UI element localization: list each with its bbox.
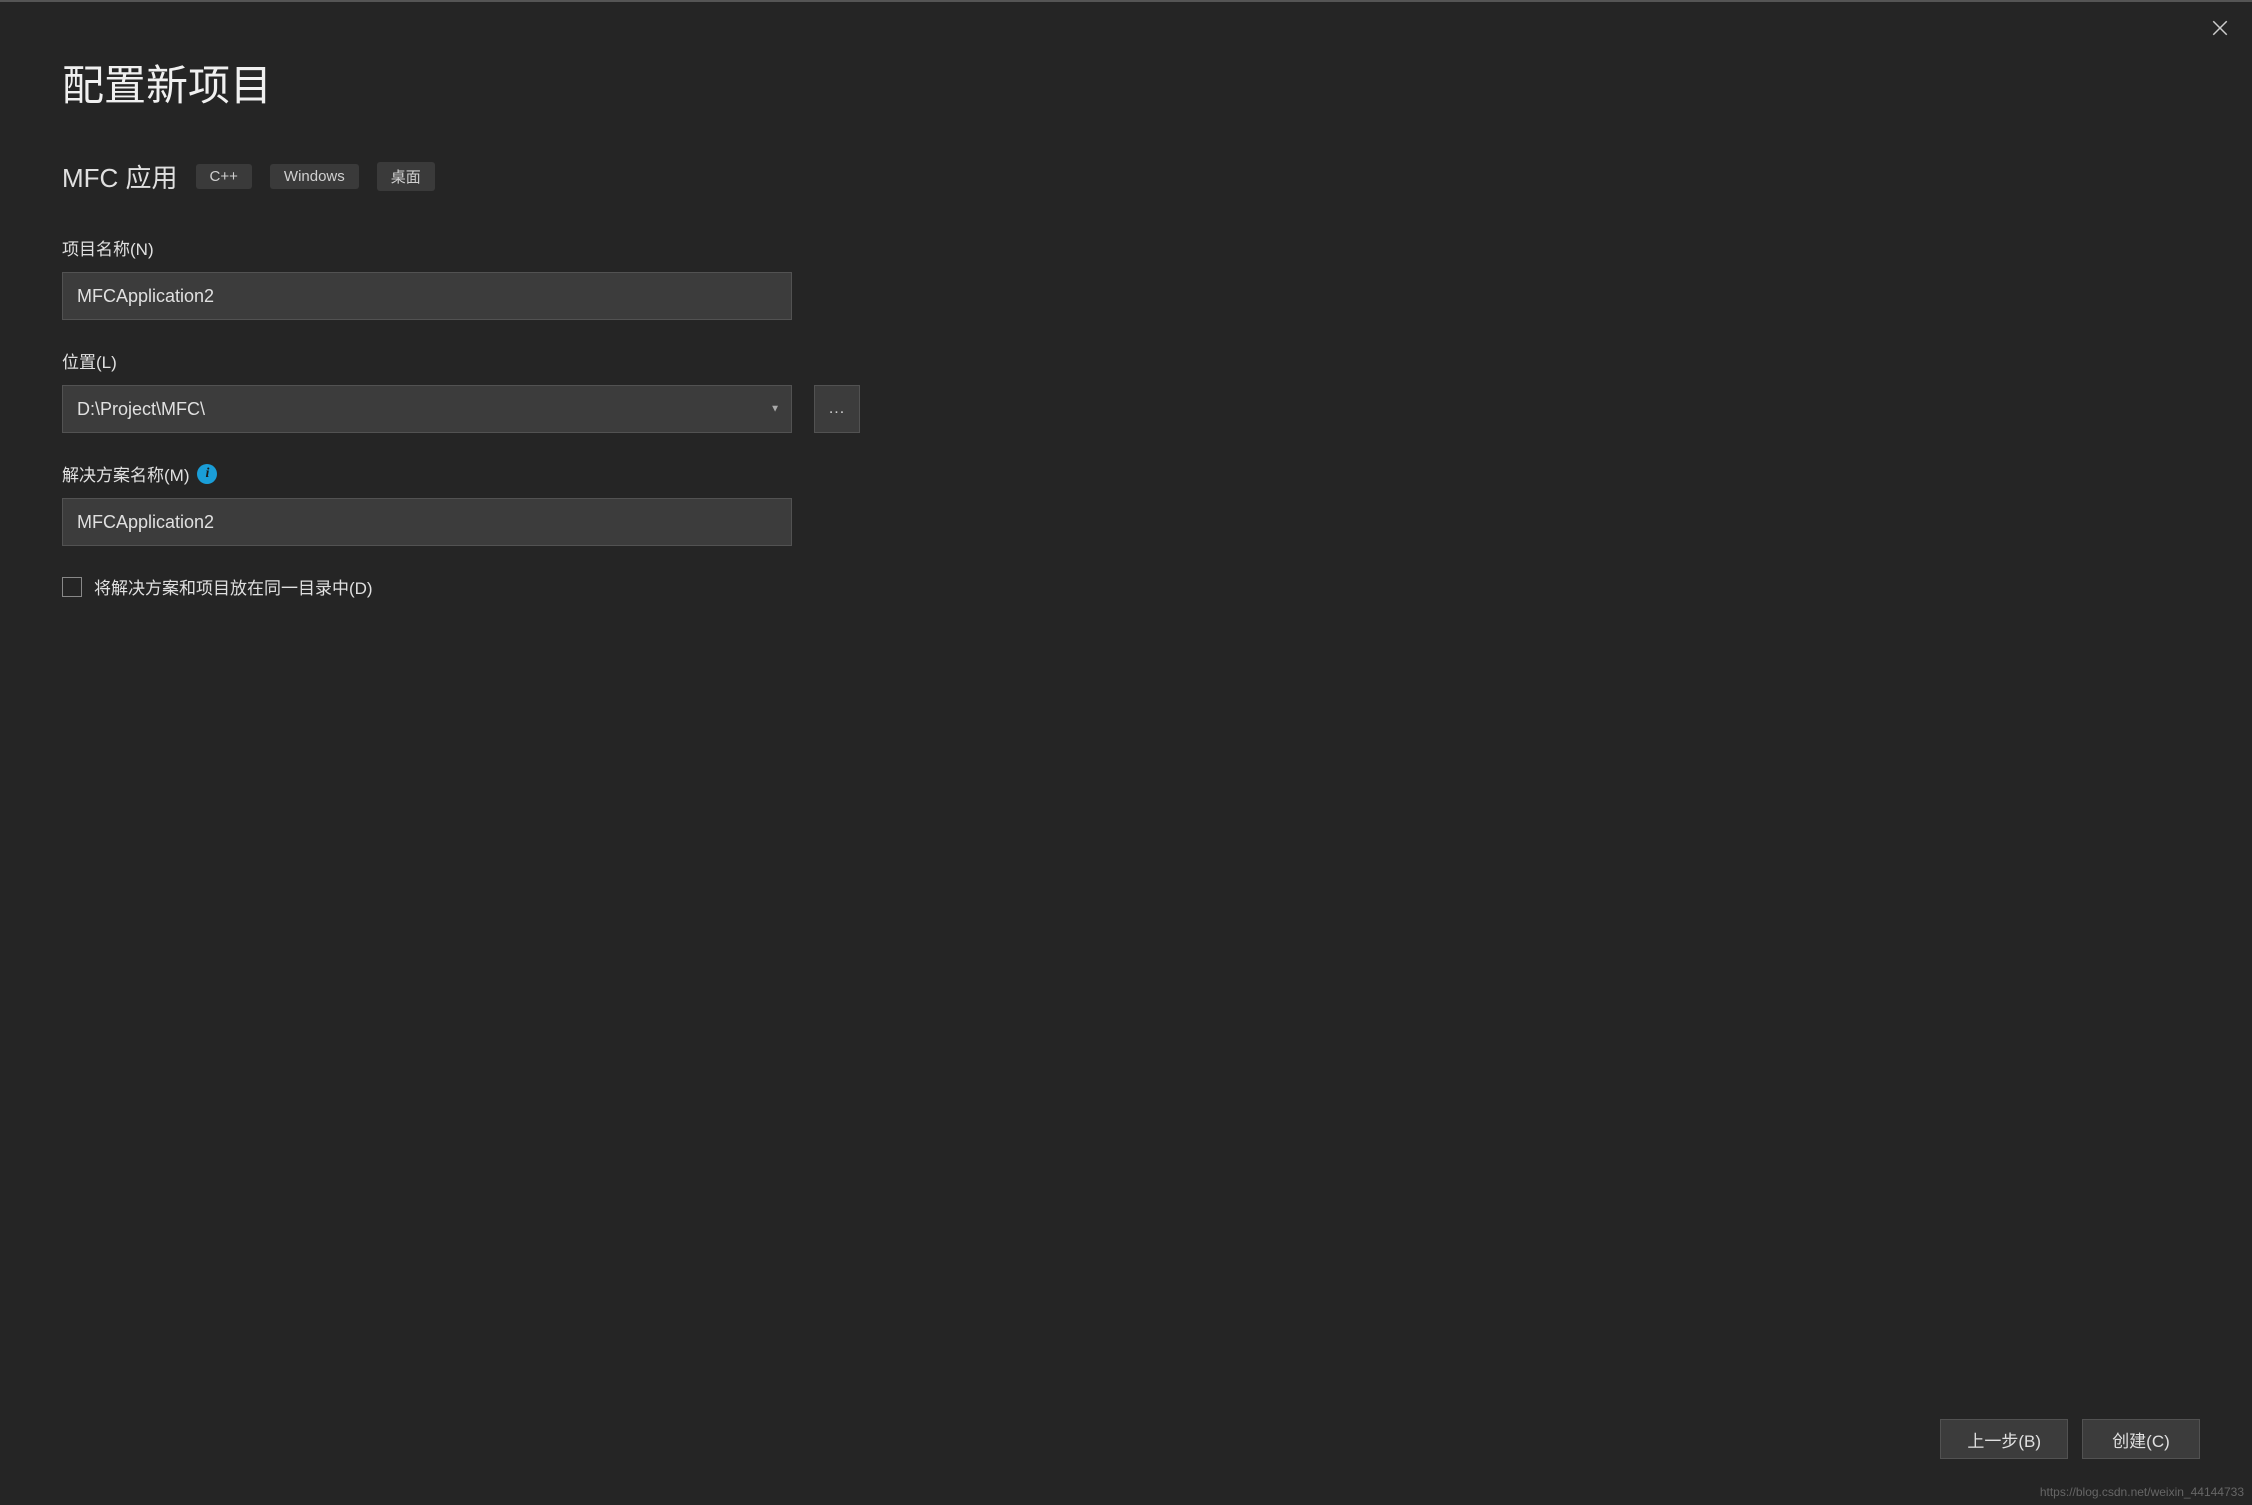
location-input[interactable] <box>62 385 792 433</box>
solution-name-label: 解决方案名称(M) i <box>62 461 2190 486</box>
solution-name-label-text: 解决方案名称(M) <box>62 461 189 486</box>
solution-name-group: 解决方案名称(M) i <box>62 461 2190 546</box>
close-button[interactable] <box>2206 14 2234 42</box>
location-label: 位置(L) <box>62 348 2190 373</box>
info-icon[interactable]: i <box>197 464 217 484</box>
back-button[interactable]: 上一步(B) <box>1940 1419 2068 1459</box>
same-directory-label[interactable]: 将解决方案和项目放在同一目录中(D) <box>94 574 373 599</box>
template-tag: 桌面 <box>377 162 435 191</box>
create-button[interactable]: 创建(C) <box>2082 1419 2200 1459</box>
project-name-group: 项目名称(N) <box>62 235 2190 320</box>
location-select-wrapper: ▼ <box>62 385 792 433</box>
template-tag: C++ <box>196 164 252 189</box>
location-group: 位置(L) ▼ ... <box>62 348 2190 433</box>
project-name-input[interactable] <box>62 272 792 320</box>
template-row: MFC 应用 C++ Windows 桌面 <box>62 158 2190 195</box>
footer-buttons: 上一步(B) 创建(C) <box>1940 1419 2200 1459</box>
watermark: https://blog.csdn.net/weixin_44144733 <box>2040 1485 2244 1499</box>
project-name-label: 项目名称(N) <box>62 235 2190 260</box>
template-tag: Windows <box>270 164 359 189</box>
close-icon <box>2211 19 2229 37</box>
solution-name-input[interactable] <box>62 498 792 546</box>
same-directory-row: 将解决方案和项目放在同一目录中(D) <box>62 574 2190 599</box>
same-directory-checkbox[interactable] <box>62 577 82 597</box>
dialog-content: 配置新项目 MFC 应用 C++ Windows 桌面 项目名称(N) 位置(L… <box>0 2 2252 599</box>
page-title: 配置新项目 <box>62 52 2190 113</box>
template-name: MFC 应用 <box>62 158 178 195</box>
browse-button[interactable]: ... <box>814 385 860 433</box>
location-row: ▼ ... <box>62 385 2190 433</box>
